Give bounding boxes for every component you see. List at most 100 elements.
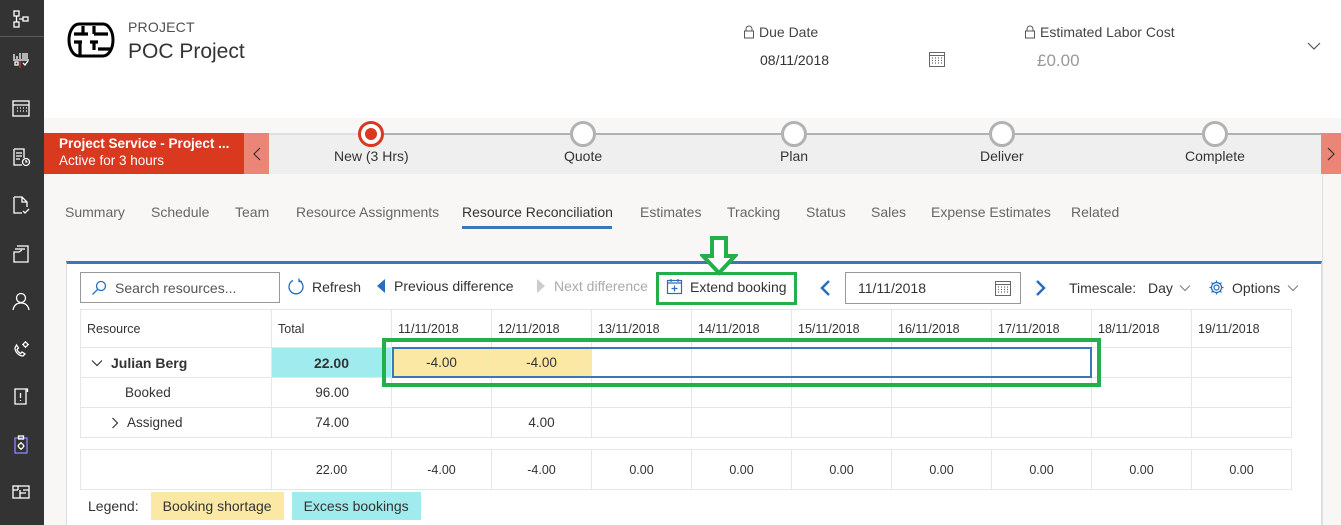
chevron-down-icon[interactable] (91, 359, 103, 367)
calendar-icon[interactable] (994, 279, 1012, 297)
next-difference-button[interactable]: Next difference (535, 278, 648, 294)
date-next-button[interactable] (1034, 278, 1048, 298)
nav-rail (0, 0, 44, 525)
start-date-field[interactable]: 11/11/2018 (845, 272, 1021, 304)
time-entry-icon[interactable] (10, 146, 32, 168)
folder-documents-icon[interactable] (10, 243, 32, 265)
options-dropdown[interactable]: Options (1208, 279, 1299, 296)
day-cell (791, 377, 892, 408)
stage-deliver[interactable]: Deliver (980, 121, 1024, 164)
day-cell[interactable] (591, 347, 692, 378)
day-cell[interactable] (1191, 347, 1292, 378)
column-header-date[interactable]: 12/11/2018 (491, 309, 592, 348)
project-board-icon[interactable] (10, 481, 32, 503)
stage-new[interactable]: New (3 Hrs) (334, 121, 409, 164)
column-header-date[interactable]: 13/11/2018 (591, 309, 692, 348)
day-cell (891, 377, 992, 408)
extend-booking-button[interactable]: Extend booking (666, 278, 787, 295)
sitemap-icon[interactable] (10, 8, 32, 30)
tab-status[interactable]: Status (806, 204, 846, 220)
tab-resource-assignments[interactable]: Resource Assignments (296, 204, 439, 220)
stage-dot (988, 121, 1015, 147)
search-resources-box[interactable] (80, 272, 280, 303)
resource-row-julian-berg[interactable]: Julian Berg 22.00 -4.00 -4.00 (80, 347, 1292, 378)
column-header-date[interactable]: 19/11/2018 (1191, 309, 1292, 348)
column-header-date[interactable]: 15/11/2018 (791, 309, 892, 348)
previous-difference-button[interactable]: Previous difference (375, 278, 514, 294)
day-cell[interactable] (791, 347, 892, 378)
day-total-cell: 0.00 (1091, 449, 1192, 490)
document-check-icon[interactable] (10, 194, 32, 216)
grid-header-row: Resource Total 11/11/2018 12/11/2018 13/… (80, 309, 1292, 348)
estimated-labor-cost-label: Estimated Labor Cost (1024, 24, 1175, 40)
column-header-date[interactable]: 14/11/2018 (691, 309, 792, 348)
day-cell[interactable] (991, 347, 1092, 378)
calendar-icon[interactable] (928, 50, 946, 68)
tab-estimates[interactable]: Estimates (640, 204, 701, 220)
refresh-icon (288, 278, 304, 295)
tab-related[interactable]: Related (1071, 204, 1119, 220)
column-header-total[interactable]: Total (271, 309, 392, 348)
chevron-down-icon[interactable] (1306, 38, 1322, 54)
day-total-cell: 0.00 (591, 449, 692, 490)
day-cell (1091, 377, 1192, 408)
date-prev-button[interactable] (818, 278, 832, 298)
column-header-date[interactable]: 11/11/2018 (391, 309, 492, 348)
active-process-flyout[interactable]: Project Service - Project ... Active for… (44, 133, 244, 174)
tab-resource-reconciliation[interactable]: Resource Reconciliation (462, 204, 613, 220)
triangle-left-icon (377, 279, 385, 293)
record-title: POC Project (128, 40, 245, 63)
alert-document-icon[interactable] (10, 385, 32, 407)
previous-difference-label: Previous difference (394, 278, 514, 294)
process-prev-button[interactable] (244, 133, 269, 174)
day-cell (591, 377, 692, 408)
day-cell (891, 407, 992, 438)
legend: Legend: Booking shortage Excess bookings (88, 492, 421, 520)
calendar-icon[interactable] (10, 97, 32, 119)
day-cell[interactable]: -4.00 (391, 347, 492, 378)
active-tab-indicator (462, 226, 612, 229)
row-label-cell[interactable]: Assigned (80, 407, 272, 438)
column-header-date[interactable]: 17/11/2018 (991, 309, 1092, 348)
chevron-left-icon (252, 147, 260, 160)
day-cell[interactable] (691, 347, 792, 378)
chevron-right-icon[interactable] (111, 417, 119, 429)
column-header-date[interactable]: 16/11/2018 (891, 309, 992, 348)
phone-settings-icon[interactable] (10, 338, 32, 360)
tab-tracking[interactable]: Tracking (727, 204, 780, 220)
process-name: Project Service - Project ... (59, 136, 230, 151)
day-cell[interactable] (1091, 347, 1192, 378)
process-next-button[interactable] (1321, 133, 1341, 174)
tab-team[interactable]: Team (235, 204, 269, 220)
timescale-label: Timescale: (1069, 280, 1137, 296)
resource-name: Julian Berg (111, 354, 188, 371)
stage-complete[interactable]: Complete (1185, 121, 1245, 164)
tab-schedule[interactable]: Schedule (151, 204, 209, 220)
assigned-row[interactable]: Assigned 74.00 4.00 (80, 407, 1292, 438)
stage-plan[interactable]: Plan (780, 121, 808, 164)
search-resources-input[interactable] (115, 279, 265, 296)
totals-row: 22.00 -4.00 -4.00 0.00 0.00 0.00 0.00 0.… (80, 449, 1292, 490)
resource-matrix-icon[interactable] (10, 49, 32, 71)
timescale-dropdown[interactable]: Day (1148, 280, 1191, 296)
day-total-cell: 0.00 (891, 449, 992, 490)
refresh-button[interactable]: Refresh (287, 278, 361, 296)
day-cell (991, 377, 1092, 408)
column-header-date[interactable]: 18/11/2018 (1091, 309, 1192, 348)
tab-sales[interactable]: Sales (871, 204, 906, 220)
page-scrollbar[interactable] (1322, 175, 1341, 525)
day-cell[interactable] (891, 347, 992, 378)
project-logo-icon (67, 22, 115, 58)
stage-quote[interactable]: Quote (564, 121, 602, 164)
stage-dot (781, 121, 808, 147)
tab-summary[interactable]: Summary (65, 204, 125, 220)
column-header-resource[interactable]: Resource (80, 309, 272, 348)
tab-expense-estimates[interactable]: Expense Estimates (931, 204, 1051, 220)
record-header: PROJECT POC Project Due Date 08/11/2018 … (44, 0, 1341, 118)
day-cell (691, 407, 792, 438)
total-cell[interactable]: 22.00 (271, 347, 392, 378)
clipboard-settings-icon[interactable] (10, 433, 32, 455)
person-icon[interactable] (10, 290, 32, 312)
resource-name-cell[interactable]: Julian Berg (80, 347, 272, 378)
day-cell[interactable]: -4.00 (491, 347, 592, 378)
